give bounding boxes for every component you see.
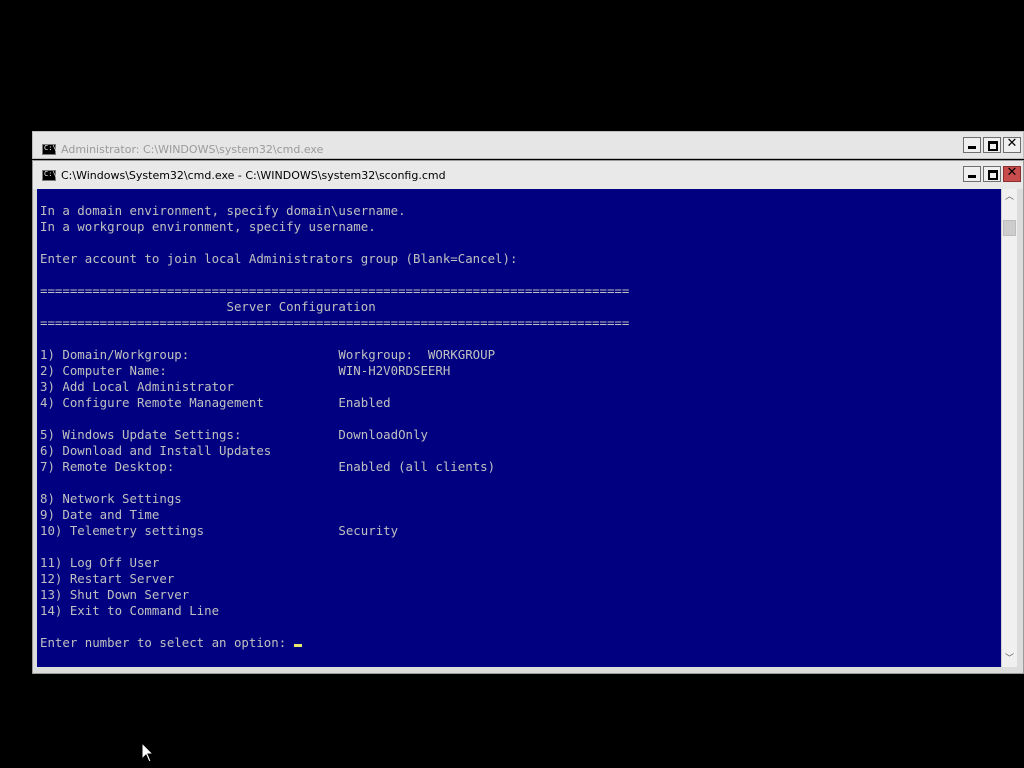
- console-output[interactable]: In a domain environment, specify domain\…: [37, 189, 1001, 667]
- console-line: 8) Network Settings: [40, 491, 182, 506]
- console-line: 12) Restart Server: [40, 571, 175, 586]
- maximize-button[interactable]: [983, 166, 1001, 182]
- scroll-thumb[interactable]: [1003, 220, 1016, 236]
- console-line: 3) Add Local Administrator: [40, 379, 234, 394]
- background-cmd-window[interactable]: Administrator: C:\WINDOWS\system32\cmd.e…: [32, 131, 1024, 159]
- close-button[interactable]: ✕: [1003, 165, 1021, 182]
- minimize-button[interactable]: [963, 137, 981, 153]
- maximize-button[interactable]: [983, 137, 1001, 153]
- console-line: In a domain environment, specify domain\…: [40, 203, 406, 218]
- console-line: 9) Date and Time: [40, 507, 160, 522]
- minimize-icon: [968, 146, 976, 149]
- console-line: Server Configuration: [226, 299, 376, 314]
- sconfig-window[interactable]: C:\Windows\System32\cmd.exe - C:\WINDOWS…: [32, 160, 1024, 674]
- console-line: ========================================…: [40, 283, 630, 298]
- vertical-scrollbar[interactable]: ︿ ﹀: [1001, 189, 1017, 667]
- maximize-icon: [988, 141, 998, 151]
- window-controls: ✕: [963, 165, 1021, 182]
- scroll-up-arrow-icon[interactable]: ︿: [1002, 189, 1017, 205]
- console-line: 1) Domain/Workgroup: Workgroup: WORKGROU…: [40, 347, 496, 362]
- window-title: Administrator: C:\WINDOWS\system32\cmd.e…: [61, 143, 324, 156]
- console-line: 13) Shut Down Server: [40, 587, 190, 602]
- scroll-down-arrow-icon[interactable]: ﹀: [1002, 651, 1017, 667]
- console-line: 14) Exit to Command Line: [40, 603, 220, 618]
- console-line: 5) Windows Update Settings: DownloadOnly: [40, 427, 428, 442]
- console-line: In a workgroup environment, specify user…: [40, 219, 376, 234]
- text-cursor: [293, 644, 302, 647]
- maximize-icon: [988, 170, 998, 180]
- title-bar[interactable]: C:\Windows\System32\cmd.exe - C:\WINDOWS…: [33, 161, 1023, 189]
- minimize-icon: [968, 175, 976, 178]
- console-line: Enter account to join local Administrato…: [40, 251, 518, 266]
- input-prompt: Enter number to select an option:: [40, 635, 294, 650]
- console-line: ========================================…: [40, 315, 630, 330]
- console-text: In a domain environment, specify domain\…: [40, 203, 629, 651]
- window-controls: ✕: [963, 136, 1021, 153]
- console-line: 2) Computer Name: WIN-H2V0RDSEERH: [40, 363, 451, 378]
- close-icon: ✕: [1006, 136, 1018, 151]
- cmd-app-icon: [42, 170, 57, 181]
- console-line: 4) Configure Remote Management Enabled: [40, 395, 391, 410]
- window-title: C:\Windows\System32\cmd.exe - C:\WINDOWS…: [61, 169, 446, 182]
- minimize-button[interactable]: [963, 166, 981, 182]
- close-icon: ✕: [1006, 165, 1018, 180]
- close-button[interactable]: ✕: [1003, 136, 1021, 153]
- console-lines: In a domain environment, specify domain\…: [40, 203, 629, 618]
- cmd-app-icon: [42, 144, 57, 155]
- console-line: 10) Telemetry settings Security: [40, 523, 399, 538]
- console-line: 6) Download and Install Updates: [40, 443, 272, 458]
- console-line: 11) Log Off User: [40, 555, 160, 570]
- mouse-pointer-icon: [141, 742, 155, 763]
- console-line: 7) Remote Desktop: Enabled (all clients): [40, 459, 496, 474]
